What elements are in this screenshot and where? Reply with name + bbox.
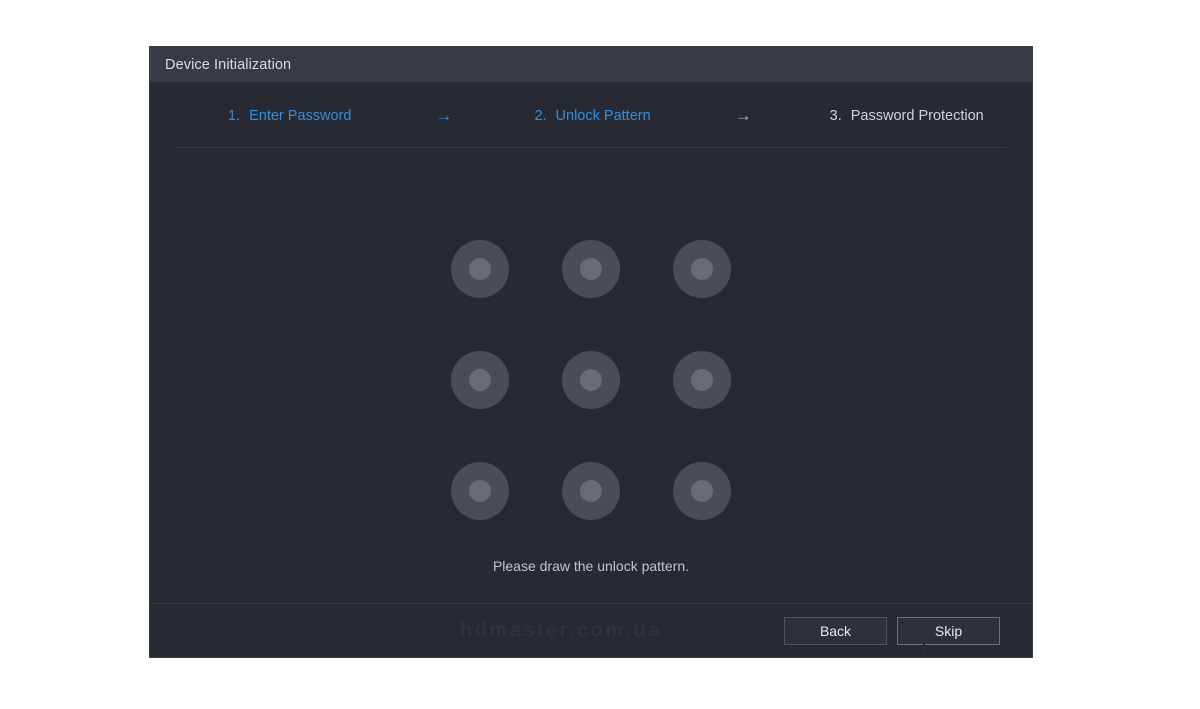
pattern-dot-7-center — [469, 480, 491, 502]
screen-canvas: Device Initialization 1. Enter Password … — [0, 0, 1200, 709]
cursor-marker — [923, 644, 925, 655]
dialog-footer: hdmaster.com.ua Back Skip — [150, 603, 1032, 657]
step-3-password-protection[interactable]: 3. Password Protection — [830, 108, 984, 124]
unlock-pattern-area: Please draw the unlock pattern. — [150, 148, 1032, 604]
pattern-dot-4-center — [469, 369, 491, 391]
step-arrow-2-icon: → — [734, 106, 752, 125]
back-button[interactable]: Back — [784, 616, 887, 645]
pattern-dot-3-center — [691, 258, 713, 280]
pattern-dot-6[interactable] — [673, 351, 731, 409]
pattern-dot-9-center — [691, 480, 713, 502]
pattern-dot-9[interactable] — [673, 462, 731, 520]
skip-button[interactable]: Skip — [897, 616, 1000, 645]
pattern-dot-1-center — [469, 258, 491, 280]
pattern-dot-8[interactable] — [562, 462, 620, 520]
unlock-pattern-grid[interactable] — [451, 240, 731, 520]
step-1-number: 1. — [228, 107, 241, 124]
step-2-number: 2. — [534, 107, 547, 124]
step-3-label: Password Protection — [850, 107, 984, 124]
pattern-dot-5[interactable] — [562, 351, 620, 409]
pattern-dot-2[interactable] — [562, 240, 620, 298]
pattern-dot-3[interactable] — [673, 240, 731, 298]
pattern-dot-5-center — [580, 369, 602, 391]
pattern-dot-7[interactable] — [451, 462, 509, 520]
step-2-unlock-pattern[interactable]: 2. Unlock Pattern — [534, 108, 650, 124]
device-initialization-dialog: Device Initialization 1. Enter Password … — [150, 47, 1032, 657]
step-1-enter-password[interactable]: 1. Enter Password — [228, 108, 351, 124]
unlock-pattern-hint: Please draw the unlock pattern. — [492, 558, 690, 574]
step-1-label: Enter Password — [249, 107, 352, 124]
pattern-dot-6-center — [691, 369, 713, 391]
footer-button-group: Back Skip — [784, 616, 1000, 645]
pattern-dot-4[interactable] — [451, 351, 509, 409]
pattern-dot-8-center — [580, 480, 602, 502]
step-arrow-1-icon: → — [435, 106, 453, 125]
dialog-title: Device Initialization — [165, 56, 292, 73]
step-2-label: Unlock Pattern — [555, 107, 651, 124]
pattern-dot-1[interactable] — [451, 240, 509, 298]
step-3-number: 3. — [829, 107, 842, 124]
pattern-dot-2-center — [580, 258, 602, 280]
dialog-titlebar: Device Initialization — [150, 47, 1032, 83]
step-navigation: 1. Enter Password → 2. Unlock Pattern → … — [150, 83, 1032, 148]
